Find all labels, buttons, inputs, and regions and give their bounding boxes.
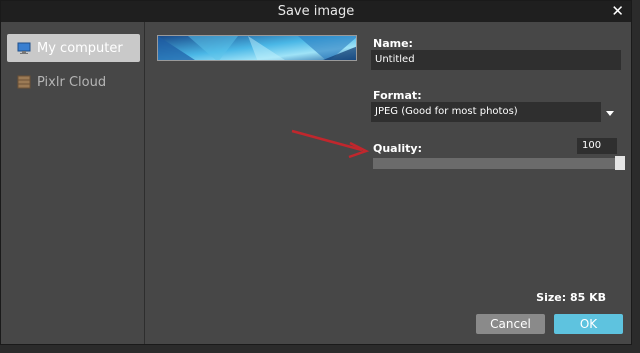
sidebar-item-pixlr-cloud[interactable]: Pixlr Cloud (7, 68, 140, 96)
quality-slider[interactable] (373, 158, 625, 169)
quality-slider-handle[interactable] (615, 156, 625, 170)
dialog-title: Save image (277, 4, 355, 19)
name-label: Name: (373, 37, 413, 50)
background-strip (632, 0, 640, 353)
dialog-titlebar: Save image ✕ (1, 1, 631, 22)
sidebar-item-my-computer[interactable]: My computer (7, 34, 140, 62)
computer-icon (17, 41, 31, 55)
quality-label: Quality: (373, 142, 422, 155)
location-sidebar: My computer Pixlr Cloud (1, 22, 145, 344)
cancel-button[interactable]: Cancel (476, 314, 545, 334)
cloud-folder-icon (17, 75, 31, 89)
sidebar-item-label: My computer (37, 40, 123, 56)
save-image-dialog: Save image ✕ My computer Pixlr Cloud Nam… (0, 0, 632, 345)
file-size-text: Size: 85 KB (536, 291, 606, 304)
ok-button[interactable]: OK (554, 314, 623, 334)
format-select[interactable]: JPEG (Good for most photos) (371, 102, 601, 122)
name-field[interactable]: Untitled (371, 50, 621, 70)
quality-input[interactable]: 100 (577, 138, 617, 154)
format-label: Format: (373, 89, 422, 102)
close-icon[interactable]: ✕ (611, 1, 624, 22)
sidebar-item-label: Pixlr Cloud (37, 74, 107, 90)
image-preview (157, 35, 357, 61)
chevron-down-icon[interactable] (606, 111, 614, 116)
